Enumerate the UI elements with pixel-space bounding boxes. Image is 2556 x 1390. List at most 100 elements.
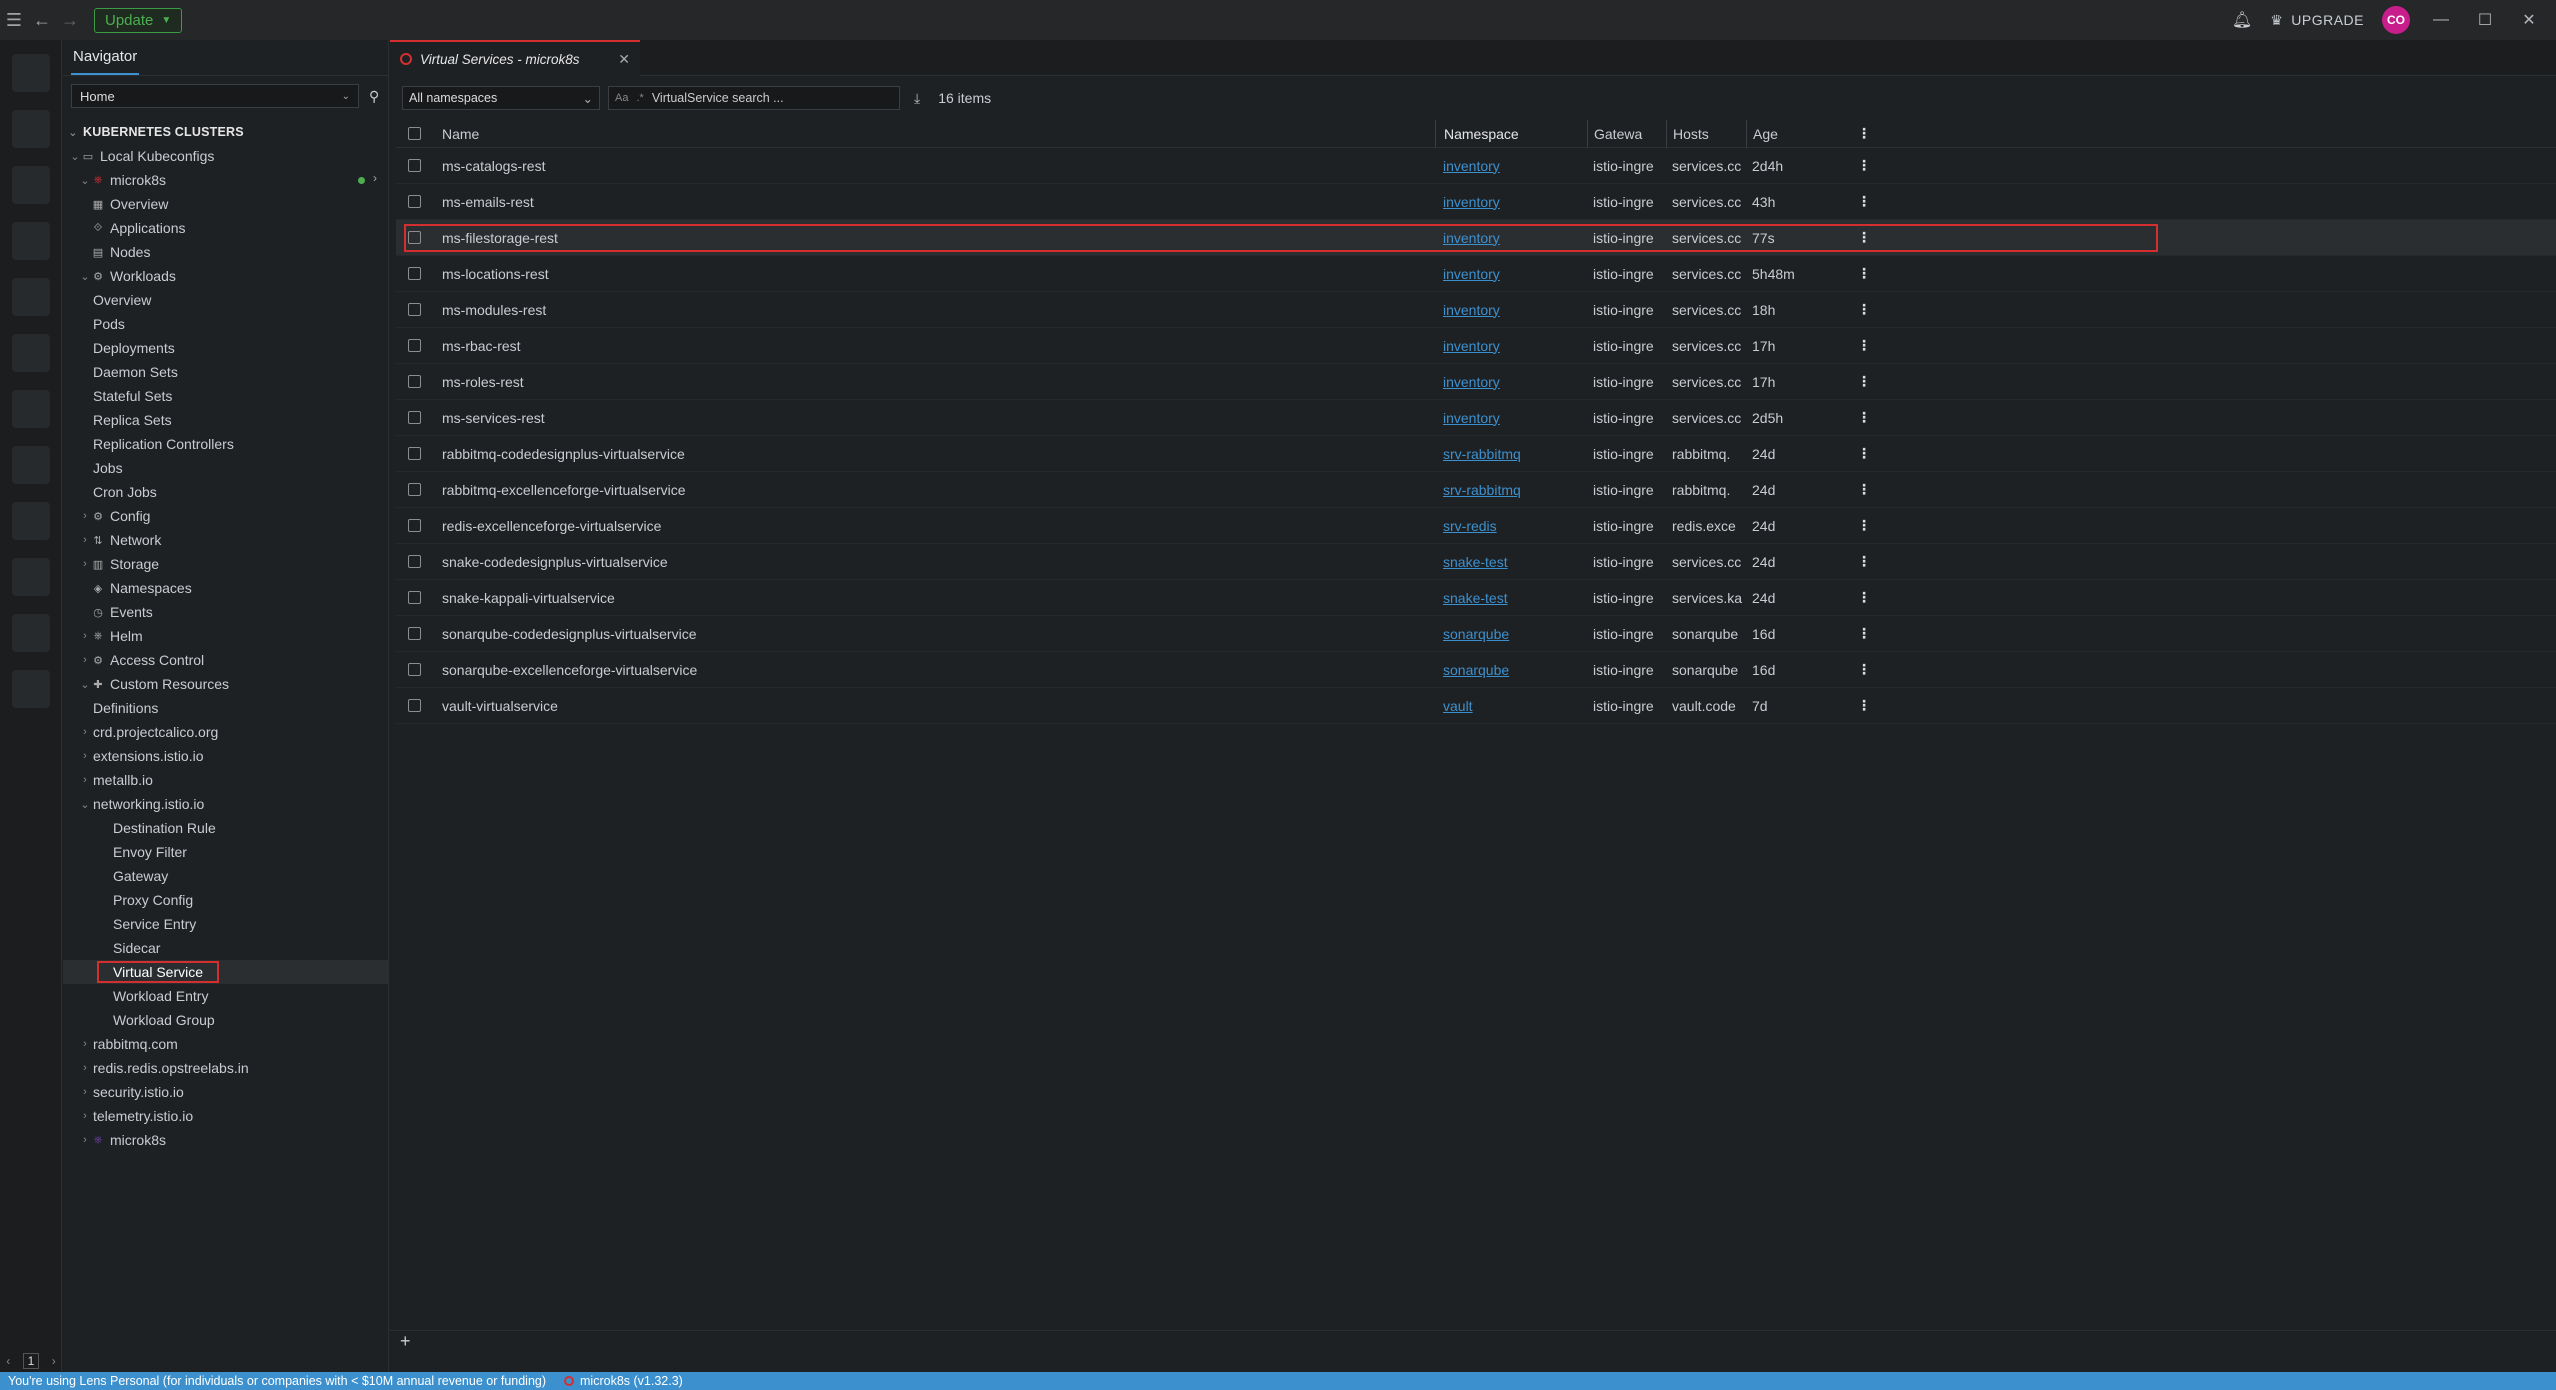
table-row[interactable]: ms-filestorage-rest inventory istio-ingre s… bbox=[396, 220, 2556, 256]
search-input[interactable]: Aa .* VirtualService search ... bbox=[608, 86, 900, 110]
table-row[interactable]: redis-excellenceforge-virtualservice srv-… bbox=[396, 508, 2556, 544]
row-checkbox[interactable] bbox=[407, 555, 421, 568]
nav-item-deployments[interactable]: Deployments bbox=[63, 336, 388, 360]
nav-item-workload-entry[interactable]: Workload Entry bbox=[63, 984, 388, 1008]
nav-item-envoy-filter[interactable]: Envoy Filter bbox=[63, 840, 388, 864]
nav-item-local-kubeconfigs[interactable]: ⌄ ▭ Local Kubeconfigs bbox=[63, 144, 388, 168]
column-header-gateways[interactable]: Gatewa bbox=[1588, 126, 1666, 142]
namespace-link[interactable]: sonarqube bbox=[1443, 662, 1509, 678]
table-row[interactable]: ms-locations-rest inventory istio-ingre ser… bbox=[396, 256, 2556, 292]
row-menu-icon[interactable]: ⋮ bbox=[1844, 337, 1884, 354]
row-menu-icon[interactable]: ⋮ bbox=[1844, 625, 1884, 642]
nav-item-events[interactable]: ◷ Events bbox=[63, 600, 388, 624]
row-checkbox[interactable] bbox=[407, 267, 421, 280]
row-menu-icon[interactable]: ⋮ bbox=[1844, 157, 1884, 174]
row-menu-icon[interactable]: ⋮ bbox=[1844, 589, 1884, 606]
nav-item-workloads[interactable]: ⌄ ⚙ Workloads bbox=[63, 264, 388, 288]
search-icon[interactable]: ⚲ bbox=[369, 88, 379, 105]
table-row[interactable]: snake-codedesignplus-virtualservice snake… bbox=[396, 544, 2556, 580]
nav-item-replica-sets[interactable]: Replica Sets bbox=[63, 408, 388, 432]
update-button[interactable]: Update ▼ bbox=[94, 7, 183, 33]
download-icon[interactable]: ⤓ bbox=[914, 90, 920, 107]
chevron-down-icon[interactable]: ⌄ bbox=[79, 678, 91, 691]
nav-item-applications[interactable]: ⟐ Applications bbox=[63, 216, 388, 240]
namespace-link[interactable]: snake-test bbox=[1443, 554, 1508, 570]
column-header-namespace[interactable]: Namespace bbox=[1436, 126, 1587, 142]
table-row[interactable]: ms-catalogs-rest inventory istio-ingre serv… bbox=[396, 148, 2556, 184]
nav-item-metallb-io[interactable]: › metallb.io bbox=[63, 768, 388, 792]
column-menu-icon[interactable]: ⋮ bbox=[1844, 125, 1884, 142]
chevron-right-icon[interactable]: › bbox=[79, 750, 91, 762]
maximize-icon[interactable]: ☐ bbox=[2472, 10, 2498, 30]
namespace-link[interactable]: inventory bbox=[1443, 410, 1500, 426]
row-menu-icon[interactable]: ⋮ bbox=[1844, 193, 1884, 210]
bell-icon[interactable]: 🔔︎ bbox=[2232, 10, 2252, 30]
nav-item-overview[interactable]: ▦ Overview bbox=[63, 192, 388, 216]
nav-item-config[interactable]: › ⚙ Config bbox=[63, 504, 388, 528]
column-header-name[interactable]: Name bbox=[432, 126, 1435, 142]
row-checkbox[interactable] bbox=[407, 591, 421, 604]
chevron-right-icon[interactable]: › bbox=[79, 558, 91, 570]
cluster-status[interactable]: microk8s (v1.32.3) bbox=[564, 1374, 683, 1388]
table-row[interactable]: ms-modules-rest inventory istio-ingre servi… bbox=[396, 292, 2556, 328]
minimize-icon[interactable]: — bbox=[2428, 11, 2454, 29]
nav-item-virtual-service[interactable]: Virtual Service bbox=[63, 960, 388, 984]
chevron-right-icon[interactable]: › bbox=[373, 171, 377, 185]
hamburger-menu-icon[interactable]: ☰ bbox=[0, 10, 28, 31]
namespace-link[interactable]: sonarqube bbox=[1443, 626, 1509, 642]
row-checkbox[interactable] bbox=[407, 303, 421, 316]
hotbar-slot[interactable] bbox=[11, 222, 50, 260]
namespace-link[interactable]: srv-rabbitmq bbox=[1443, 446, 1521, 462]
row-checkbox[interactable] bbox=[407, 519, 421, 532]
nav-item-stateful-sets[interactable]: Stateful Sets bbox=[63, 384, 388, 408]
row-menu-icon[interactable]: ⋮ bbox=[1844, 409, 1884, 426]
hotbar-slot[interactable] bbox=[11, 390, 50, 428]
nav-item-microk8s[interactable]: › ⎈ microk8s bbox=[63, 1128, 388, 1152]
hotbar-slot[interactable] bbox=[11, 54, 50, 92]
chevron-right-icon[interactable]: › bbox=[79, 1110, 91, 1122]
chevron-right-icon[interactable]: › bbox=[79, 534, 91, 546]
namespace-link[interactable]: inventory bbox=[1443, 266, 1500, 282]
namespace-link[interactable]: inventory bbox=[1443, 194, 1500, 210]
chevron-down-icon[interactable]: ⌄ bbox=[79, 270, 91, 283]
nav-item-rabbitmq-com[interactable]: › rabbitmq.com bbox=[63, 1032, 388, 1056]
hotbar-slot[interactable] bbox=[11, 558, 50, 596]
hotbar-slot[interactable] bbox=[11, 502, 50, 540]
row-menu-icon[interactable]: ⋮ bbox=[1844, 445, 1884, 462]
nav-item-proxy-config[interactable]: Proxy Config bbox=[63, 888, 388, 912]
namespace-link[interactable]: srv-redis bbox=[1443, 518, 1497, 534]
nav-item-custom-resources[interactable]: ⌄ ✚ Custom Resources bbox=[63, 672, 388, 696]
table-row[interactable]: ms-emails-rest inventory istio-ingre servic… bbox=[396, 184, 2556, 220]
nav-item-access-control[interactable]: › ⚙ Access Control bbox=[63, 648, 388, 672]
namespace-link[interactable]: snake-test bbox=[1443, 590, 1508, 606]
row-checkbox[interactable] bbox=[407, 699, 421, 712]
row-menu-icon[interactable]: ⋮ bbox=[1844, 301, 1884, 318]
namespace-link[interactable]: inventory bbox=[1443, 158, 1500, 174]
row-menu-icon[interactable]: ⋮ bbox=[1844, 265, 1884, 282]
nav-item-networking-istio-io[interactable]: ⌄ networking.istio.io bbox=[63, 792, 388, 816]
regex-icon[interactable]: .* bbox=[636, 92, 643, 104]
back-arrow-icon[interactable]: ← bbox=[28, 10, 56, 31]
table-row[interactable]: ms-services-rest inventory istio-ingre serv… bbox=[396, 400, 2556, 436]
namespace-link[interactable]: srv-rabbitmq bbox=[1443, 482, 1521, 498]
nav-item-sidecar[interactable]: Sidecar bbox=[63, 936, 388, 960]
hotbar-slot[interactable] bbox=[11, 670, 50, 708]
column-header-hosts[interactable]: Hosts bbox=[1667, 126, 1746, 142]
nav-item-service-entry[interactable]: Service Entry bbox=[63, 912, 388, 936]
nav-item-microk8s[interactable]: ⌄ ⎈ microk8s › bbox=[63, 168, 388, 192]
namespace-link[interactable]: inventory bbox=[1443, 338, 1500, 354]
namespace-link[interactable]: inventory bbox=[1443, 230, 1500, 246]
row-checkbox[interactable] bbox=[407, 231, 421, 244]
row-menu-icon[interactable]: ⋮ bbox=[1844, 517, 1884, 534]
nav-item-security-istio-io[interactable]: › security.istio.io bbox=[63, 1080, 388, 1104]
row-checkbox[interactable] bbox=[407, 483, 421, 496]
row-checkbox[interactable] bbox=[407, 411, 421, 424]
namespace-link[interactable]: inventory bbox=[1443, 374, 1500, 390]
forward-arrow-icon[interactable]: → bbox=[56, 10, 84, 31]
hotbar-slot[interactable] bbox=[11, 334, 50, 372]
nav-item-pods[interactable]: Pods bbox=[63, 312, 388, 336]
nav-item-cron-jobs[interactable]: Cron Jobs bbox=[63, 480, 388, 504]
row-checkbox[interactable] bbox=[407, 663, 421, 676]
hotbar-slot[interactable] bbox=[11, 614, 50, 652]
close-icon[interactable]: ✕ bbox=[618, 51, 630, 68]
